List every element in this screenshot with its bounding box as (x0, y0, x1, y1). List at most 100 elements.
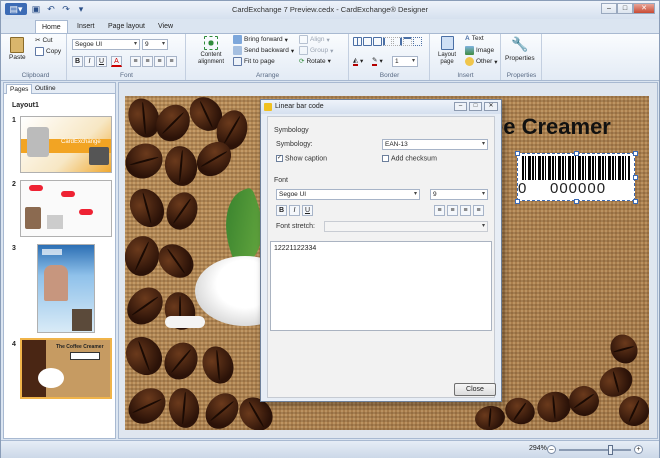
font-color-button[interactable]: A (111, 56, 122, 67)
insert-group-label: Insert (457, 72, 474, 79)
send-backward-button[interactable]: Send backward ▾ (233, 46, 294, 55)
border-left-icon[interactable] (383, 37, 392, 46)
symbology-select[interactable]: EAN-13 (382, 139, 488, 150)
line-color-icon: ✎ (372, 57, 378, 66)
insert-other-label: Other (476, 58, 493, 65)
selection-handle-tr[interactable] (633, 151, 638, 156)
cut-label: Cut (42, 36, 53, 44)
paste-button[interactable]: Paste (9, 37, 26, 61)
layout-page-button[interactable]: Layout page (434, 36, 460, 66)
fit-to-page-icon (233, 57, 242, 66)
group-button[interactable]: Group ▾ (299, 46, 333, 55)
dialog-maximize-button[interactable]: □ (469, 102, 482, 111)
rotate-button[interactable]: ⟳ Rotate ▾ (299, 57, 331, 66)
card-heading[interactable]: ee Creamer (491, 114, 611, 140)
font-size-combo[interactable]: 9 (142, 39, 168, 50)
insert-image-button[interactable]: Image (465, 46, 494, 55)
dialog-italic-button[interactable]: I (289, 205, 300, 216)
add-checksum-checkbox[interactable]: Add checksum (382, 155, 437, 162)
tab-insert[interactable]: Insert (71, 20, 101, 33)
insert-other-button[interactable]: Other ▾ (465, 57, 498, 66)
border-right-icon[interactable] (393, 37, 402, 46)
minimize-button[interactable]: – (601, 3, 617, 14)
border-outer-icon[interactable] (373, 37, 382, 46)
barcode-bars (522, 156, 630, 180)
font-family-combo[interactable]: Segoe UI (72, 39, 140, 50)
properties-wrench-icon: 🔧 (511, 36, 529, 52)
underline-button[interactable]: U (96, 56, 107, 67)
font-stretch-label: Font stretch: (276, 223, 315, 230)
page-thumbnail-4[interactable]: The Coffee Creamer (20, 338, 112, 399)
line-color-button[interactable]: ✎ ▾ (372, 56, 383, 66)
dialog-justify-button[interactable]: ≡ (473, 205, 484, 216)
align-right-button[interactable]: ≡ (154, 56, 165, 67)
align-icon (299, 35, 308, 44)
maximize-button[interactable]: □ (617, 3, 633, 14)
zoom-out-button[interactable]: – (547, 445, 556, 454)
close-button[interactable]: ✕ (633, 3, 655, 14)
selection-handle-tl[interactable] (515, 151, 520, 156)
tab-home[interactable]: Home (35, 20, 68, 33)
dialog-align-right-button[interactable]: ≡ (460, 205, 471, 216)
page-thumbnail-1[interactable]: CardExchange (20, 116, 112, 173)
barcode-object[interactable]: 0 000000 (517, 153, 635, 201)
selection-handle-mr[interactable] (633, 175, 638, 180)
show-caption-label: Show caption (285, 155, 328, 163)
tab-view[interactable]: View (152, 20, 179, 33)
justify-button[interactable]: ≡ (166, 56, 177, 67)
properties-button[interactable]: 🔧 Properties (505, 36, 535, 62)
bold-button[interactable]: B (72, 56, 83, 67)
dialog-font-size-select[interactable]: 9 (430, 189, 488, 200)
bring-forward-label: Bring forward (244, 36, 283, 43)
border-size-combo[interactable]: 1 (392, 56, 418, 67)
dialog-bold-button[interactable]: B (276, 205, 287, 216)
send-backward-label: Send backward (244, 47, 289, 54)
page-thumbnail-2[interactable] (20, 180, 112, 237)
page-number-1: 1 (12, 117, 16, 124)
align-left-button[interactable]: ≡ (130, 56, 141, 67)
selection-handle-br[interactable] (633, 199, 638, 204)
border-inner-icon[interactable] (363, 37, 372, 46)
align-center-button[interactable]: ≡ (142, 56, 153, 67)
border-none-icon[interactable] (413, 37, 422, 46)
cut-button[interactable]: ✂ Cut (35, 36, 53, 45)
selection-handle-bl[interactable] (515, 199, 520, 204)
align-button[interactable]: Align ▾ (299, 35, 330, 44)
insert-group: Layout page A Text Image Other ▾ Insert (431, 34, 501, 80)
selection-handle-bm[interactable] (574, 199, 579, 204)
tab-pages[interactable]: Pages (6, 84, 33, 94)
content-alignment-button[interactable]: Content alignment (191, 36, 231, 66)
dialog-align-left-button[interactable]: ≡ (434, 205, 445, 216)
tab-page-layout[interactable]: Page layout (102, 20, 151, 33)
pages-panel: Pages Outline Layout1 1 CardExchange 2 3… (3, 82, 116, 439)
cut-icon: ✂ (35, 37, 41, 44)
show-caption-checkbox[interactable]: ✓ Show caption (276, 155, 327, 162)
paste-icon (10, 37, 25, 53)
italic-button[interactable]: I (84, 56, 95, 67)
dialog-align-center-button[interactable]: ≡ (447, 205, 458, 216)
insert-text-button[interactable]: A Text (465, 35, 484, 42)
layout-page-icon (440, 36, 454, 50)
dialog-close-button[interactable]: ✕ (484, 102, 498, 111)
dialog-underline-button[interactable]: U (302, 205, 313, 216)
border-all-icon[interactable] (353, 37, 362, 46)
fit-to-page-button[interactable]: Fit to page (233, 57, 275, 66)
tab-outline[interactable]: Outline (32, 84, 59, 94)
page-thumbnail-3[interactable] (37, 244, 95, 333)
copy-button[interactable]: Copy (35, 47, 61, 56)
fill-color-button[interactable]: ◭ ▾ (353, 56, 363, 66)
zoom-in-button[interactable]: + (634, 445, 643, 454)
dialog-font-family-select[interactable]: Segoe UI (276, 189, 420, 200)
app-window: ▤▾ ▣ ↶ ↷ ▾ CardExchange 7 Preview.cedx -… (0, 0, 660, 458)
bring-forward-button[interactable]: Bring forward ▾ (233, 35, 288, 44)
selection-handle-tm[interactable] (574, 151, 579, 156)
zoom-slider-thumb[interactable] (608, 445, 613, 455)
dialog-close-action-button[interactable]: Close (454, 383, 496, 396)
add-checksum-label: Add checksum (391, 155, 437, 163)
dialog-minimize-button[interactable]: – (454, 102, 467, 111)
zoom-slider-track[interactable] (559, 449, 631, 451)
barcode-value-textarea[interactable]: 12221122334 (270, 241, 492, 331)
font-stretch-select[interactable] (324, 221, 488, 232)
barcode-first-digit: 0 (518, 180, 527, 197)
border-top-icon[interactable] (403, 37, 412, 46)
